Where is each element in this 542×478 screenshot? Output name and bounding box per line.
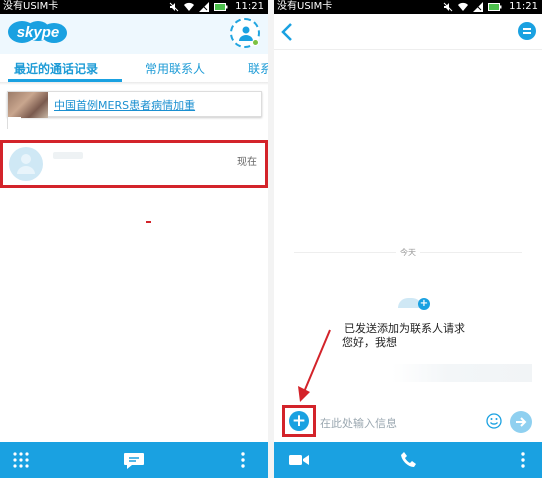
skype-logo-text: skype	[17, 24, 60, 41]
profile-avatar-button[interactable]	[230, 18, 260, 48]
news-thumbnail	[8, 92, 48, 118]
contact-name-redacted	[53, 152, 83, 159]
call-action-bar	[274, 442, 542, 478]
tab-shadow	[0, 82, 268, 85]
phone-call-icon[interactable]	[400, 451, 418, 469]
tab-contacts[interactable]: 联系	[248, 60, 268, 77]
tab-recent-calls[interactable]: 最近的通话记录	[14, 60, 98, 77]
menu-icon[interactable]	[518, 22, 536, 40]
more-vertical-icon[interactable]	[238, 451, 248, 469]
news-headline-link[interactable]: 中国首例MERS患者病情加重	[54, 97, 195, 113]
news-card-tail	[7, 117, 21, 129]
signal-icon	[473, 2, 483, 12]
tab-bar: 最近的通话记录 常用联系人 联系	[0, 54, 268, 82]
clock: 11:21	[509, 1, 538, 12]
mute-icon	[169, 2, 179, 12]
contact-avatar	[9, 147, 43, 181]
conversation-time: 现在	[237, 157, 257, 168]
left-phone-screen: 没有USIM卡 11:21 skype 最近的通话记录 常用联系人 联系 中国首…	[0, 0, 268, 478]
carrier-label: 没有USIM卡	[3, 1, 59, 12]
battery-icon	[214, 3, 228, 11]
back-arrow-icon[interactable]	[280, 22, 294, 42]
wifi-icon	[184, 2, 194, 12]
bottom-action-bar	[0, 442, 268, 478]
battery-icon	[488, 3, 502, 11]
add-icon[interactable]: +	[289, 411, 309, 431]
video-call-icon[interactable]	[288, 451, 310, 469]
signal-icon	[199, 2, 209, 12]
add-button-highlight: +	[282, 405, 316, 437]
message-fade-overlay	[392, 364, 532, 382]
news-card[interactable]: 中国首例MERS患者病情加重	[7, 91, 262, 118]
stray-mark	[146, 221, 151, 223]
carrier-label: 没有USIM卡	[277, 1, 333, 12]
right-phone-screen: 没有USIM卡 11:21 今天 + 已发送添加为联系人请求 您好，我想 +	[274, 0, 542, 478]
recent-conversation-row[interactable]: 现在	[0, 140, 268, 188]
screenshot-root: 没有USIM卡 11:21 skype 最近的通话记录 常用联系人 联系 中国首…	[0, 0, 542, 478]
skype-logo: skype	[8, 21, 67, 43]
message-preview: 您好，我想	[342, 336, 397, 349]
status-bar: 没有USIM卡 11:21	[0, 0, 268, 14]
dialpad-icon[interactable]	[12, 451, 30, 469]
add-contact-badge-icon: +	[418, 298, 430, 310]
more-vertical-icon[interactable]	[518, 451, 528, 469]
chat-header	[274, 14, 542, 50]
wifi-icon	[458, 2, 468, 12]
message-input[interactable]	[320, 414, 478, 432]
message-composer: +	[274, 405, 542, 437]
skype-header: skype	[0, 14, 268, 54]
status-icons	[443, 2, 502, 12]
send-icon[interactable]	[510, 411, 532, 433]
online-status-dot	[252, 39, 259, 46]
default-avatar-icon	[17, 154, 35, 174]
date-separator-label: 今天	[396, 247, 420, 258]
profile-icon	[239, 26, 253, 41]
clock: 11:21	[235, 1, 264, 12]
mute-icon	[443, 2, 453, 12]
status-bar: 没有USIM卡 11:21	[274, 0, 542, 14]
emoji-icon[interactable]	[486, 413, 502, 429]
status-icons	[169, 2, 228, 12]
tab-favorites[interactable]: 常用联系人	[145, 60, 205, 77]
chat-icon[interactable]	[123, 451, 145, 471]
